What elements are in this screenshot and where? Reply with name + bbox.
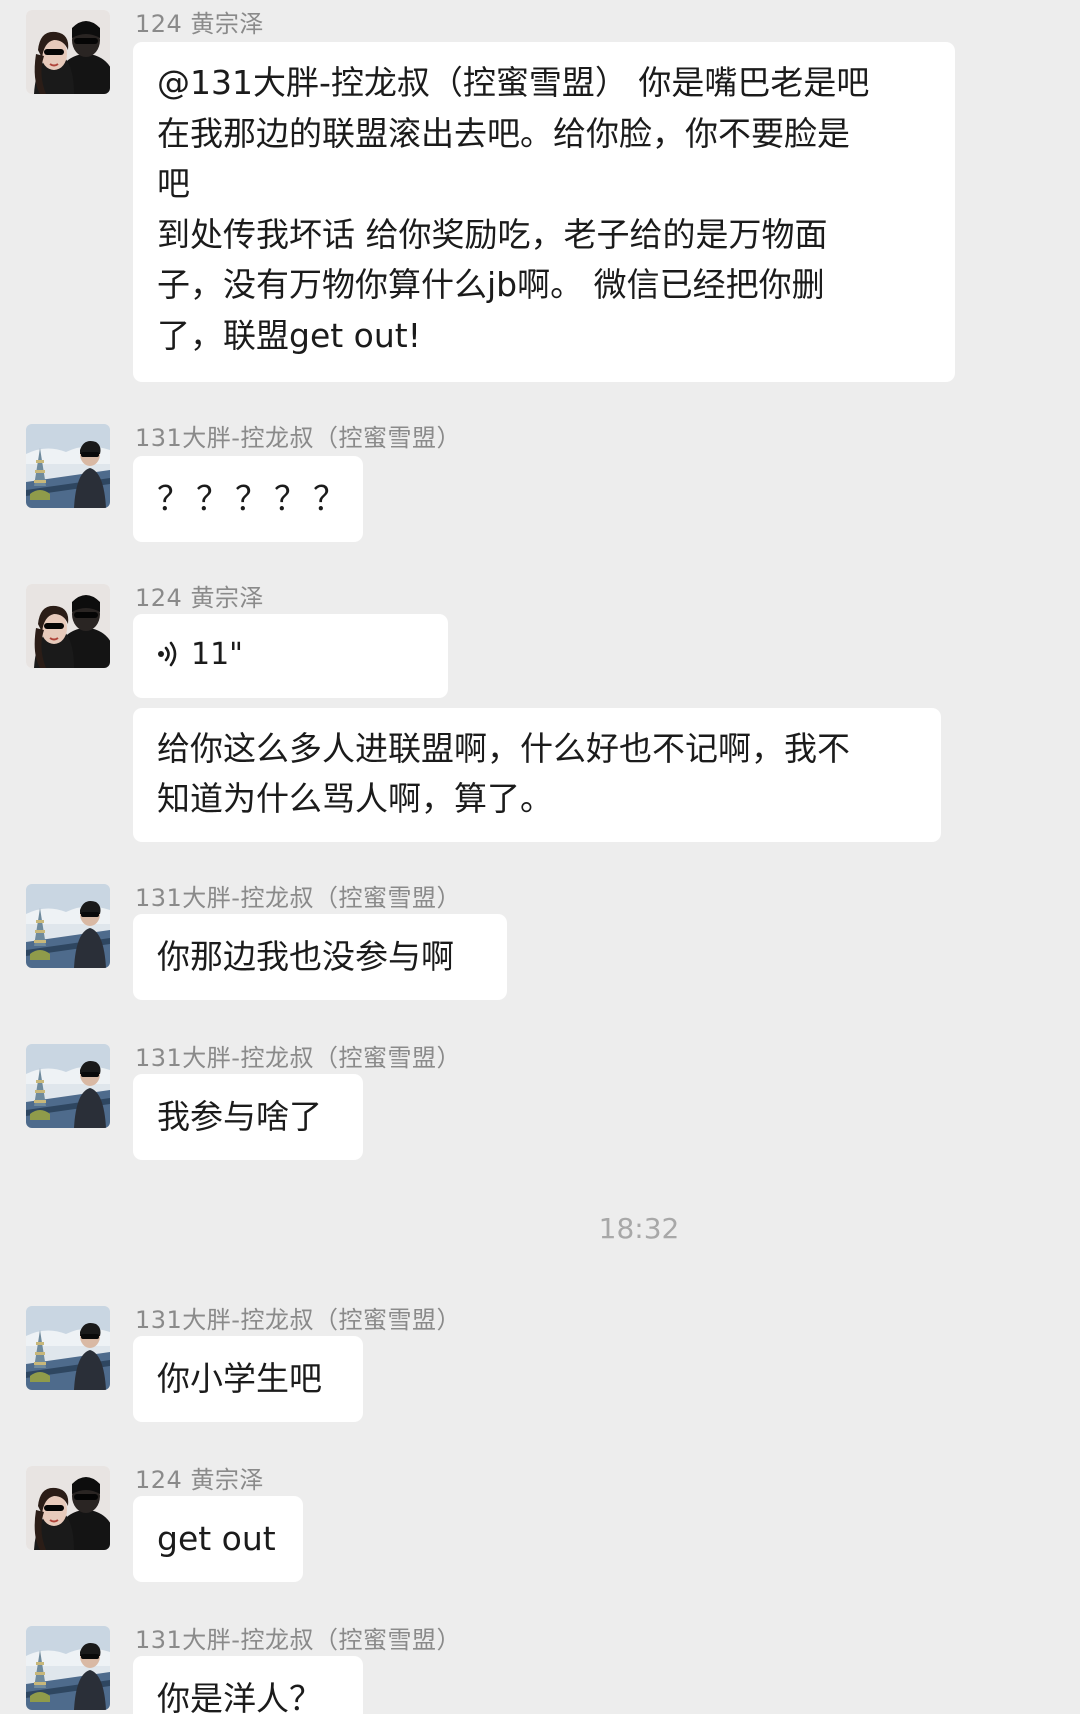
message-text: 子，没有万物你算什么jb啊。 微信已经把你删 (157, 265, 825, 304)
voice-wave-icon (157, 640, 181, 668)
message-text: ？？？？？ (157, 479, 352, 518)
voice-message-bubble[interactable]: 11" (133, 614, 448, 698)
tower-avatar[interactable] (26, 1626, 110, 1710)
message-bubble[interactable]: 你是洋人？ (133, 1656, 363, 1714)
couple-avatar[interactable] (26, 1466, 110, 1550)
sender-name: 131大胖-控龙叔（控蜜雪盟） (135, 1626, 461, 1654)
sender-name: 131大胖-控龙叔（控蜜雪盟） (135, 1306, 461, 1334)
couple-avatar[interactable] (26, 584, 110, 668)
tower-avatar[interactable] (26, 884, 110, 968)
sender-name: 124 黄宗泽 (135, 584, 264, 612)
sender-name: 131大胖-控龙叔（控蜜雪盟） (135, 884, 461, 912)
message-bubble[interactable]: get out (133, 1496, 303, 1582)
chat-timestamp: 18:32 (598, 1212, 680, 1245)
couple-avatar[interactable] (26, 10, 110, 94)
message-text: 你那边我也没参与啊 (157, 937, 454, 976)
voice-duration: 11" (191, 637, 243, 672)
message-bubble[interactable]: 你小学生吧 (133, 1336, 363, 1422)
message-text: 给你这么多人进联盟啊，什么好也不记啊，我不 (157, 729, 850, 768)
message-text: 吧 (157, 164, 190, 203)
message-bubble[interactable]: ？？？？？ (133, 456, 363, 542)
sender-name: 131大胖-控龙叔（控蜜雪盟） (135, 424, 461, 452)
tower-avatar[interactable] (26, 424, 110, 508)
message-text: get out (157, 1519, 276, 1558)
sender-name: 124 黄宗泽 (135, 1466, 264, 1494)
message-text: 我参与啥了 (157, 1097, 322, 1136)
message-text: 你是洋人？ (157, 1679, 322, 1714)
message-text: 在我那边的联盟滚出去吧。给你脸，你不要脸是 (157, 113, 850, 153)
message-text: 知道为什么骂人啊，算了。 (157, 779, 553, 818)
tower-avatar[interactable] (26, 1044, 110, 1128)
message-bubble[interactable]: 你那边我也没参与啊 (133, 914, 507, 1000)
sender-name: 131大胖-控龙叔（控蜜雪盟） (135, 1044, 461, 1072)
sender-name: 124 黄宗泽 (135, 10, 264, 38)
tower-avatar[interactable] (26, 1306, 110, 1390)
chat-history[interactable]: 124 黄宗泽 @131大胖-控龙叔（控蜜雪盟） 你是嘴巴老是吧 在我那边的联盟… (0, 0, 1080, 1714)
message-bubble[interactable]: 给你这么多人进联盟啊，什么好也不记啊，我不 知道为什么骂人啊，算了。 (133, 708, 941, 842)
message-text: @131大胖-控龙叔（控蜜雪盟） 你是嘴巴老是吧 (157, 63, 870, 102)
message-text: 你小学生吧 (157, 1359, 322, 1398)
message-bubble[interactable]: @131大胖-控龙叔（控蜜雪盟） 你是嘴巴老是吧 在我那边的联盟滚出去吧。给你脸… (133, 42, 955, 382)
message-text: 了，联盟get out! (157, 315, 421, 355)
message-bubble[interactable]: 我参与啥了 (133, 1074, 363, 1160)
message-text: 到处传我坏话 给你奖励吃，老子给的是万物面 (157, 214, 828, 254)
